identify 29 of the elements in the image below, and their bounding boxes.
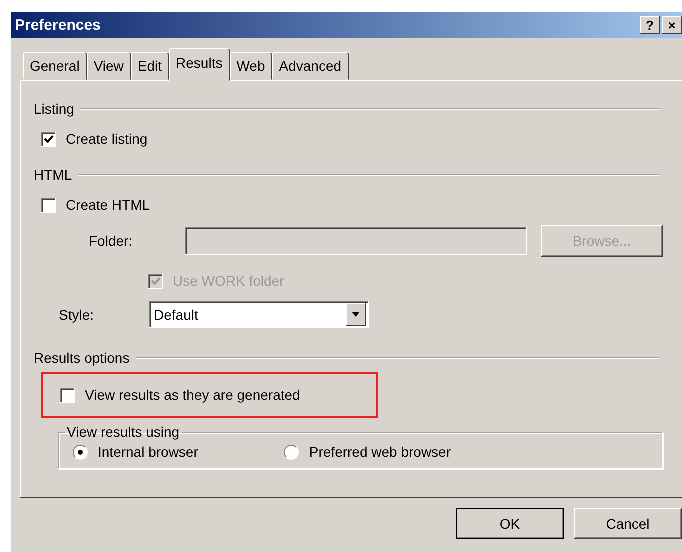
tab[interactable]: General bbox=[23, 52, 87, 80]
section-heading: Listing bbox=[34, 101, 74, 117]
checkbox[interactable] bbox=[60, 388, 75, 402]
radio-label: Preferred web browser bbox=[309, 444, 452, 460]
checkbox[interactable] bbox=[41, 198, 56, 212]
checkbox-label: Create HTML bbox=[66, 197, 150, 213]
tab[interactable]: Advanced bbox=[272, 52, 349, 80]
tab[interactable]: View bbox=[86, 52, 131, 80]
radio-button[interactable] bbox=[73, 444, 88, 460]
radio-button[interactable] bbox=[284, 444, 300, 460]
checkbox-label: Create listing bbox=[66, 131, 148, 147]
checkbox-label: Use WORK folder bbox=[173, 273, 284, 289]
field-label: Style: bbox=[59, 306, 96, 322]
tab[interactable]: Results bbox=[169, 48, 230, 81]
close-button[interactable]: × bbox=[662, 16, 682, 34]
cancel-button[interactable]: Cancel bbox=[574, 508, 682, 539]
ok-button[interactable]: OK bbox=[456, 508, 564, 539]
checkbox-label: View results as they are generated bbox=[85, 387, 300, 403]
tab[interactable]: Web bbox=[230, 52, 272, 80]
tab[interactable]: Edit bbox=[130, 52, 170, 80]
radio-label: Internal browser bbox=[98, 444, 198, 460]
section-heading: Results options bbox=[34, 350, 130, 366]
checkbox[interactable] bbox=[41, 132, 56, 146]
help-button[interactable]: ? bbox=[640, 16, 660, 34]
group-heading: View results using bbox=[66, 424, 181, 440]
window-title: Preferences bbox=[15, 16, 101, 34]
style-dropdown[interactable]: Default bbox=[149, 301, 369, 328]
field-label: Folder: bbox=[89, 233, 134, 249]
section-heading: HTML bbox=[34, 167, 72, 183]
